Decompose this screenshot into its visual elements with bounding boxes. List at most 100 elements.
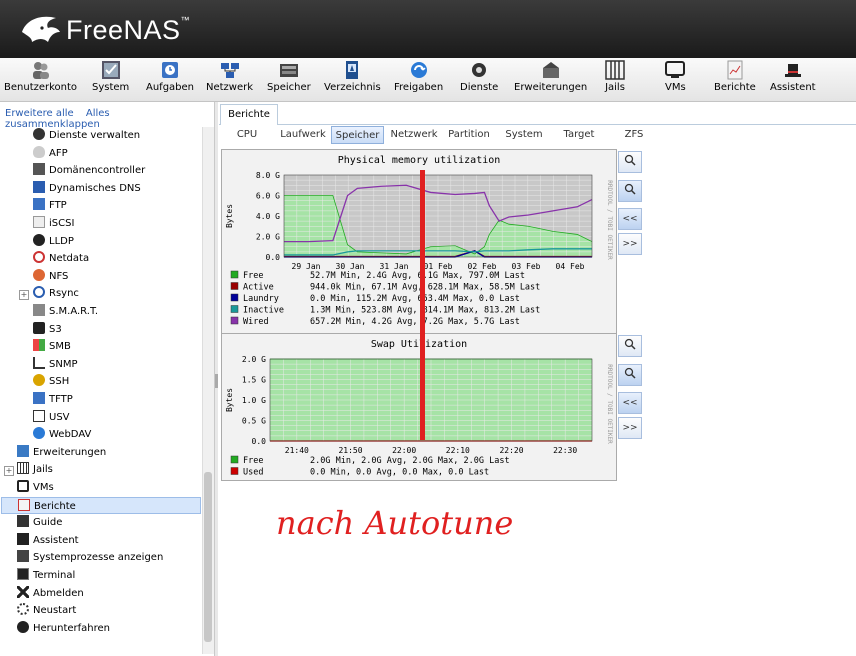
rrd-watermark: RRDTOOL / TOBI OETIKER	[606, 180, 613, 260]
sidebar-item-guide[interactable]: Guide	[17, 514, 62, 531]
toolbar-verzeichnis[interactable]: Verzeichnis	[324, 60, 381, 93]
wizard-icon	[17, 532, 29, 545]
sidebar-item-domaenencontroller[interactable]: Domänencontroller	[33, 162, 145, 179]
sidebar-item-herunterfahren[interactable]: Herunterfahren	[17, 620, 110, 637]
legend-label: Laundry	[243, 294, 279, 304]
toolbar-benutzerkonto[interactable]: Benutzerkonto	[4, 60, 77, 93]
sidebar-item-dynamisches-dns[interactable]: Dynamisches DNS	[33, 180, 141, 197]
splitter-grip[interactable]	[215, 374, 218, 388]
sidebar-item-jails[interactable]: Jails	[17, 461, 53, 478]
sidebar-item-dienste-verwalten[interactable]: Dienste verwalten	[33, 127, 140, 144]
legend-stats: 1.3M Min, 523.8M Avg, 814.1M Max, 813.2M…	[310, 306, 540, 316]
sidebar-item-abmelden[interactable]: Abmelden	[17, 585, 84, 602]
sidebar-item-webdav[interactable]: WebDAV	[33, 426, 91, 443]
subtab-netzwerk[interactable]: Netzwerk	[387, 126, 441, 144]
sidebar-item-systemprozesse[interactable]: Systemprozesse anzeigen	[17, 549, 163, 566]
sidebar-item-terminal[interactable]: Terminal	[17, 567, 75, 584]
system-icon	[101, 61, 120, 79]
legend-stats: 944.0k Min, 67.1M Avg, 628.1M Max, 58.5M…	[310, 283, 540, 293]
subtab-cpu[interactable]: CPU	[227, 126, 267, 144]
toolbar-assistent[interactable]: Assistent	[770, 60, 816, 93]
sidebar-item-ftp[interactable]: FTP	[33, 197, 67, 214]
terminal-icon	[17, 568, 29, 580]
back-button[interactable]: <<	[618, 208, 642, 230]
subtab-partition[interactable]: Partition	[444, 126, 494, 144]
toolbar-aufgaben[interactable]: Aufgaben	[146, 60, 194, 93]
main-content: Berichte CPU Laufwerk Speicher Netzwerk …	[219, 102, 856, 656]
processes-icon	[17, 550, 29, 563]
freenas-logo[interactable]: FreeNAS™	[18, 12, 190, 48]
zoom-out-button-2[interactable]	[618, 364, 642, 386]
sidebar-item-rsync[interactable]: Rsync	[33, 285, 79, 302]
swap-graph-controls: << >>	[618, 335, 644, 445]
swap-chart: Swap Utilization Bytes RRDTOOL / TOBI OETI…	[225, 339, 613, 478]
zoom-in-button-2[interactable]	[618, 335, 642, 357]
sidebar-item-nfs[interactable]: NFS	[33, 268, 68, 285]
sidebar-item-iscsi[interactable]: iSCSI	[33, 215, 74, 232]
subtab-speicher[interactable]: Speicher	[331, 126, 384, 144]
chart-title: Physical memory utilization	[338, 155, 501, 166]
legend-swatch	[230, 282, 239, 290]
x-tick-label: 29 Jan	[292, 262, 321, 271]
legend-stats: 2.0G Min, 2.0G Avg, 2.0G Max, 2.0G Last	[310, 456, 510, 466]
zoom-out-button[interactable]	[618, 180, 642, 202]
x-tick-label: 01 Feb	[424, 262, 453, 271]
toolbar-freigaben[interactable]: Freigaben	[394, 60, 443, 93]
x-tick-label: 21:50	[338, 446, 362, 455]
sidebar-scrollbar[interactable]	[202, 127, 214, 654]
legend-stats: 657.2M Min, 4.2G Avg, 7.2G Max, 5.7G Las…	[310, 317, 520, 327]
sidebar-item-vms[interactable]: VMs	[17, 479, 54, 496]
sidebar-item-neustart[interactable]: Neustart	[17, 602, 76, 619]
memory-chart: Physical memory utilization Bytes RRDTOOL …	[225, 155, 613, 327]
pane-splitter[interactable]	[215, 102, 218, 656]
x-tick-label: 22:30	[553, 446, 577, 455]
subtab-laufwerk[interactable]: Laufwerk	[277, 126, 329, 144]
subtab-target[interactable]: Target	[559, 126, 599, 144]
expand-rsync-toggle[interactable]: +	[19, 290, 29, 300]
sidebar-item-smb[interactable]: SMB	[33, 338, 71, 355]
toolbar-system[interactable]: System	[92, 60, 129, 93]
toolbar-vms[interactable]: VMs	[665, 60, 686, 93]
navigation-tree: Dienste verwalten AFP Domänencontroller …	[0, 127, 203, 656]
y-tick-label: 2.0 G	[242, 355, 266, 364]
legend-swatch	[230, 455, 239, 464]
toolbar-jails[interactable]: Jails	[605, 60, 625, 93]
toolbar-erweiterungen[interactable]: Erweiterungen	[514, 60, 587, 93]
expand-jails-toggle[interactable]: +	[4, 466, 14, 476]
sidebar-item-berichte[interactable]: Berichte	[1, 496, 201, 514]
sidebar-item-lldp[interactable]: LLDP	[33, 233, 74, 250]
sidebar-item-usv[interactable]: USV	[33, 409, 70, 426]
smart-icon	[33, 304, 45, 316]
handwritten-annotation: nach Autotune	[276, 504, 513, 542]
windows-icon	[33, 339, 45, 352]
back-button-2[interactable]: <<	[618, 392, 642, 414]
subtab-zfs[interactable]: ZFS	[618, 126, 650, 144]
sidebar-item-assistent[interactable]: Assistent	[17, 532, 79, 549]
sidebar-item-snmp[interactable]: SNMP	[33, 356, 78, 373]
forward-button-2[interactable]: >>	[618, 417, 642, 439]
x-tick-label: 22:20	[499, 446, 523, 455]
swap-graph-panel: Swap Utilization Bytes RRDTOOL / TOBI OETI…	[221, 333, 617, 481]
legend-label: Used	[243, 468, 263, 478]
subtab-system[interactable]: System	[502, 126, 546, 144]
sidebar-item-ssh[interactable]: SSH	[33, 373, 69, 390]
sidebar-item-tftp[interactable]: TFTP	[33, 391, 73, 408]
directory-icon	[346, 61, 359, 79]
sidebar-item-s3[interactable]: S3	[33, 321, 62, 338]
sidebar-item-afp[interactable]: AFP	[33, 145, 68, 162]
toolbar-dienste[interactable]: Dienste	[460, 60, 498, 93]
zoom-in-button[interactable]	[618, 151, 642, 173]
toolbar-berichte[interactable]: Berichte	[714, 60, 756, 93]
wizard-icon	[784, 64, 801, 77]
tab-berichte[interactable]: Berichte	[220, 104, 278, 125]
sidebar-item-netdata[interactable]: Netdata	[33, 250, 89, 267]
toolbar-speicher[interactable]: Speicher	[267, 60, 311, 93]
toolbar-netzwerk[interactable]: Netzwerk	[206, 60, 253, 93]
forward-button[interactable]: >>	[618, 233, 642, 255]
sidebar-item-erweiterungen[interactable]: Erweiterungen	[17, 444, 106, 461]
sidebar-item-smart[interactable]: S.M.A.R.T.	[33, 303, 98, 320]
scrollbar-thumb[interactable]	[204, 472, 212, 642]
rrd-watermark: RRDTOOL / TOBI OETIKER	[606, 364, 613, 444]
vms-icon	[665, 61, 686, 78]
expand-all-link[interactable]: Erweitere alle	[5, 108, 74, 119]
